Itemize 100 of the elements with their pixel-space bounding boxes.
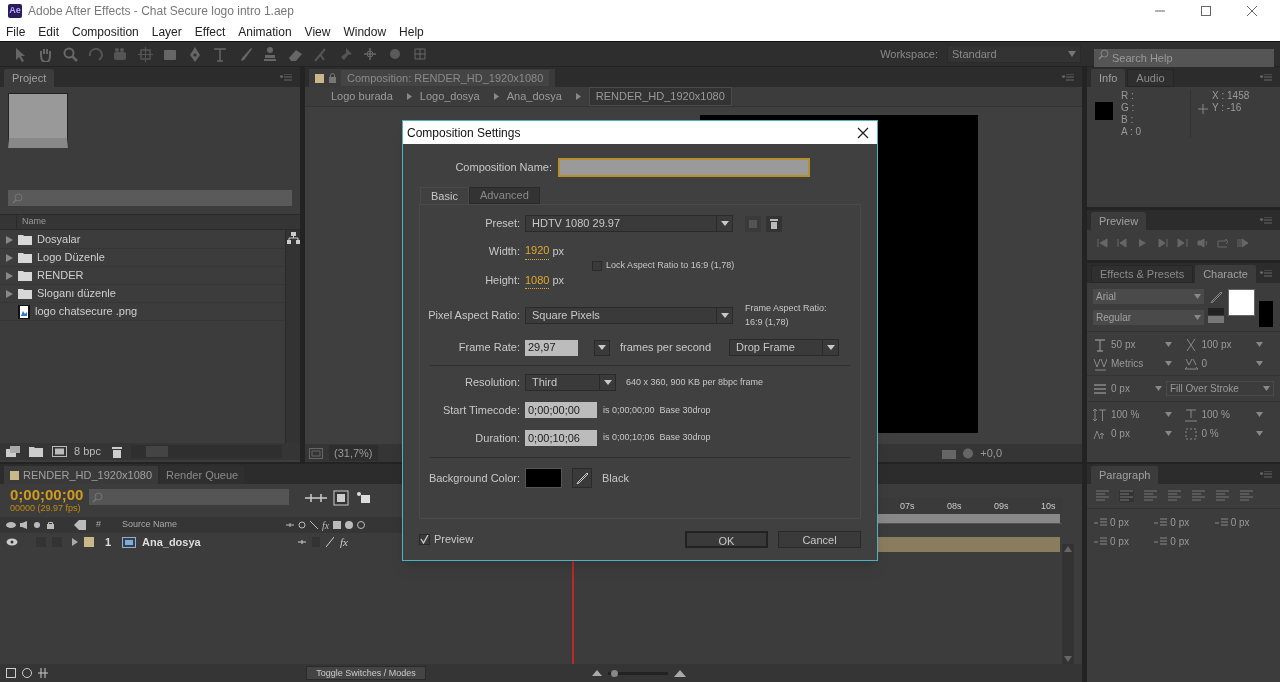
layer-switches-icon[interactable] bbox=[6, 668, 16, 678]
bit-depth-button[interactable]: 8 bpc bbox=[74, 443, 101, 460]
drop-frame-dropdown[interactable]: Drop Frame bbox=[729, 339, 840, 356]
swap-colors-icon[interactable] bbox=[1208, 308, 1224, 323]
duration-field[interactable]: 0;00;10;06 bbox=[525, 429, 597, 446]
skip-back-icon[interactable] bbox=[1097, 238, 1108, 248]
collapse-icon[interactable] bbox=[298, 521, 306, 529]
value-field[interactable]: 0 px bbox=[1230, 515, 1250, 530]
align-center-icon[interactable] bbox=[1119, 490, 1134, 502]
value-field[interactable]: 100 % bbox=[1111, 407, 1161, 422]
scroll-down-icon[interactable] bbox=[1064, 656, 1072, 662]
play-icon[interactable] bbox=[1137, 238, 1148, 248]
value-field[interactable]: Metrics bbox=[1111, 356, 1161, 371]
panel-tab[interactable]: Effects & Presets bbox=[1091, 265, 1194, 283]
panel-tab[interactable]: Composition: RENDER_HD_1920x1080 bbox=[341, 69, 550, 87]
value-field[interactable]: 100 px bbox=[1201, 337, 1252, 352]
eyedropper-icon[interactable] bbox=[1210, 291, 1222, 303]
fill-color-swatch[interactable] bbox=[1228, 289, 1255, 316]
value-field[interactable]: 0 px bbox=[1111, 381, 1151, 396]
menu-item[interactable]: Edit bbox=[38, 22, 60, 41]
stamp-icon[interactable] bbox=[262, 46, 278, 62]
maximize-icon[interactable] bbox=[1200, 5, 1212, 17]
search-field[interactable]: Search Help bbox=[1094, 49, 1274, 67]
panel-tab[interactable]: Project bbox=[4, 69, 55, 87]
breadcrumb-link[interactable]: Logo burada bbox=[331, 88, 393, 105]
rotate-icon[interactable] bbox=[87, 46, 103, 62]
skip-forward-icon[interactable] bbox=[1177, 238, 1188, 248]
search-icon[interactable] bbox=[62, 46, 78, 62]
axis-icon[interactable] bbox=[362, 46, 378, 62]
value-field[interactable]: 0 px bbox=[1170, 534, 1190, 549]
justify-left-icon[interactable] bbox=[1167, 490, 1182, 502]
folder-icon[interactable] bbox=[29, 446, 43, 457]
value-field[interactable]: 0 px bbox=[1110, 515, 1129, 530]
menu-item[interactable]: File bbox=[6, 22, 26, 41]
expand-arrow-icon[interactable] bbox=[72, 538, 78, 546]
ram-preview-icon[interactable] bbox=[1237, 238, 1248, 248]
timecode[interactable]: 0;00;00;00 bbox=[10, 486, 84, 503]
panel-menu-icon[interactable] bbox=[280, 74, 292, 82]
breadcrumb-link[interactable]: Ana_dosya bbox=[506, 88, 562, 105]
step-forward-icon[interactable] bbox=[1157, 238, 1168, 248]
text-icon[interactable] bbox=[212, 46, 228, 62]
breadcrumb-link[interactable]: Logo_dosya bbox=[419, 88, 480, 105]
start-timecode-field[interactable]: 0;00;00;00 bbox=[525, 402, 597, 419]
panel-menu-icon[interactable] bbox=[1260, 217, 1272, 225]
toggle-switches-button[interactable]: Toggle Switches / Modes bbox=[306, 666, 426, 680]
value-field[interactable]: 0 px bbox=[1170, 515, 1190, 530]
project-item[interactable]: logo chatsecure .png bbox=[35, 303, 138, 320]
zoom-in-icon[interactable] bbox=[674, 669, 686, 677]
justify-right-icon[interactable] bbox=[1215, 490, 1230, 502]
frame-rate-dropdown[interactable] bbox=[594, 339, 610, 356]
value-field[interactable]: 100 % bbox=[1201, 407, 1252, 422]
dialog-tab[interactable]: Advanced bbox=[468, 187, 540, 204]
menu-item[interactable]: View bbox=[304, 22, 331, 41]
menu-item[interactable]: Window bbox=[343, 22, 387, 41]
value-field[interactable]: 0 px bbox=[1110, 534, 1129, 549]
menu-item[interactable]: Layer bbox=[151, 22, 182, 41]
checkbox[interactable] bbox=[419, 534, 430, 545]
scrollbar[interactable] bbox=[1062, 544, 1074, 664]
dialog-button[interactable]: OK bbox=[685, 531, 768, 548]
justify-all-icon[interactable] bbox=[1239, 490, 1254, 502]
step-back-icon[interactable] bbox=[1117, 238, 1128, 248]
panel-tab[interactable]: Preview bbox=[1091, 212, 1147, 230]
numeric-value[interactable]: 1080 bbox=[525, 271, 550, 289]
panel-menu-icon[interactable] bbox=[1260, 471, 1272, 479]
composition-name-field[interactable] bbox=[558, 158, 810, 177]
project-item[interactable]: Logo Düzenle bbox=[37, 249, 105, 266]
workspace-dropdown[interactable]: Standard bbox=[947, 45, 1081, 63]
trash-icon[interactable] bbox=[111, 445, 122, 458]
scroll-up-icon[interactable] bbox=[1064, 546, 1072, 552]
dialog-tab[interactable]: Basic bbox=[420, 187, 469, 204]
project-item[interactable]: Dosyalar bbox=[37, 231, 81, 248]
font-dropdown[interactable]: Arial bbox=[1093, 289, 1204, 304]
sphere-icon[interactable] bbox=[387, 46, 403, 62]
align-left-icon[interactable] bbox=[1095, 490, 1110, 502]
panel-menu-icon[interactable] bbox=[1062, 74, 1074, 82]
eye-icon[interactable] bbox=[6, 522, 16, 528]
grid-icon[interactable] bbox=[412, 46, 428, 62]
hand-icon[interactable] bbox=[37, 46, 53, 62]
value-field[interactable]: 50 px bbox=[1111, 337, 1161, 352]
panel-tab[interactable]: Audio bbox=[1127, 69, 1174, 87]
eyedropper-button[interactable] bbox=[572, 468, 592, 488]
panel-menu-icon[interactable] bbox=[1260, 270, 1272, 278]
label-color-swatch[interactable] bbox=[84, 537, 94, 547]
pixel-aspect-dropdown[interactable]: Square Pixels bbox=[525, 306, 733, 324]
zoom-dropdown[interactable]: (31,7%) bbox=[329, 444, 378, 462]
value-field[interactable]: 0 bbox=[1201, 356, 1252, 371]
project-item[interactable]: Sloganı düzenle bbox=[37, 285, 116, 302]
resolution-dropdown[interactable]: Third bbox=[525, 374, 616, 391]
layer-name[interactable]: Ana_dosya bbox=[142, 533, 292, 551]
close-icon[interactable] bbox=[857, 126, 869, 139]
panel-tab[interactable]: Render Queue bbox=[166, 466, 239, 484]
justify-center-icon[interactable] bbox=[1191, 490, 1206, 502]
font-dropdown[interactable]: Regular bbox=[1093, 310, 1204, 325]
speaker-icon[interactable] bbox=[20, 521, 27, 529]
panel-menu-icon[interactable] bbox=[1260, 74, 1272, 82]
numeric-value[interactable]: 1920 bbox=[525, 242, 550, 260]
loop-icon[interactable] bbox=[1217, 238, 1228, 248]
channel-icon[interactable] bbox=[962, 447, 975, 459]
scrollbar[interactable] bbox=[285, 230, 300, 443]
save-preset-icon[interactable] bbox=[745, 215, 761, 232]
